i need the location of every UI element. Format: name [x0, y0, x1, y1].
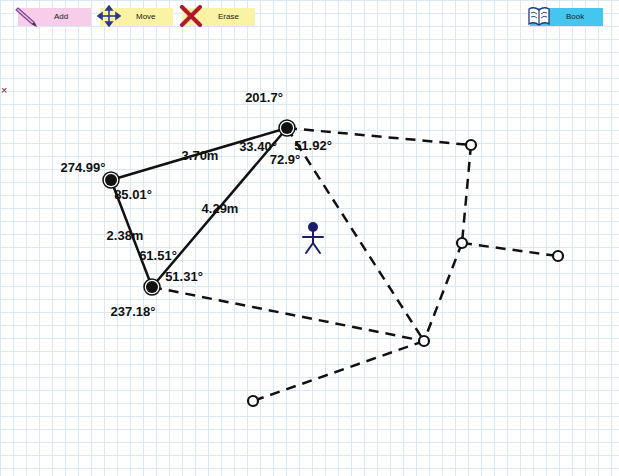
node-point[interactable] — [553, 251, 563, 261]
guide-line[interactable] — [424, 243, 462, 341]
angle-label: 33.40° — [239, 140, 277, 153]
length-label: 2.38m — [107, 229, 144, 242]
plan-drawing — [0, 30, 619, 476]
add-button[interactable]: Add — [18, 8, 91, 26]
close-marker[interactable]: × — [1, 85, 7, 96]
guide-line[interactable] — [462, 243, 558, 256]
angle-label: 51.31° — [165, 270, 203, 283]
guide-line[interactable] — [287, 128, 424, 341]
heading-label: 237.18° — [111, 305, 156, 318]
heading-label: 274.99° — [61, 161, 106, 174]
canvas[interactable]: 201.7° 274.99° 237.18° 3.70m 4.29m 2.38m 33.40… — [0, 30, 619, 476]
node-point[interactable] — [248, 396, 258, 406]
node-point[interactable] — [457, 238, 467, 248]
length-label: 3.70m — [182, 149, 219, 162]
book-button[interactable]: Book — [530, 8, 603, 26]
cross-icon — [179, 5, 203, 27]
person-icon — [303, 223, 323, 253]
angle-label: 72.9° — [270, 153, 301, 166]
corner-point[interactable] — [103, 172, 119, 188]
corner-point[interactable] — [279, 120, 295, 136]
guide-line[interactable] — [253, 341, 424, 401]
toolbar: Add Move Erase Book — [0, 0, 619, 30]
heading-label: 201.7° — [245, 91, 283, 104]
wall[interactable] — [111, 128, 287, 180]
corner-point[interactable] — [144, 279, 160, 295]
pencil-icon — [15, 5, 39, 27]
wall[interactable] — [152, 128, 287, 287]
node-point[interactable] — [466, 140, 476, 150]
erase-button[interactable]: Erase — [182, 8, 255, 26]
angle-label: 61.51° — [139, 249, 177, 262]
length-label: 4.29m — [202, 202, 239, 215]
book-icon — [527, 5, 551, 27]
angle-label: 85.01° — [114, 188, 152, 201]
node-point[interactable] — [419, 336, 429, 346]
move-arrows-icon — [97, 5, 121, 27]
move-button[interactable]: Move — [100, 8, 173, 26]
guide-line[interactable] — [152, 287, 424, 341]
angle-label: 51.92° — [294, 139, 332, 152]
guide-line[interactable] — [462, 145, 471, 243]
